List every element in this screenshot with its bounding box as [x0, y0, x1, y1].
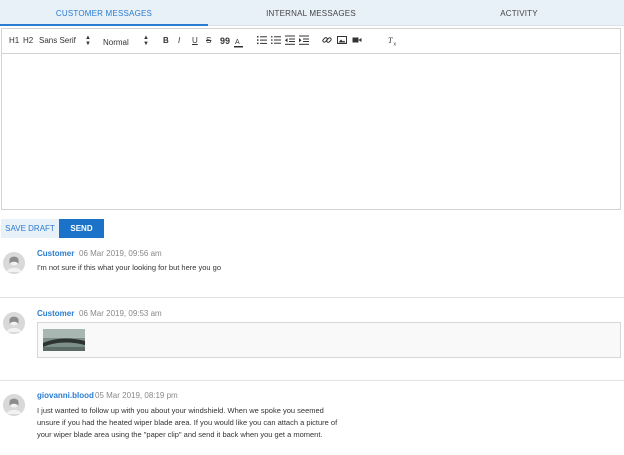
editor-toolbar: H1 H2 Sans Serif ▲ ▼ Normal ▲ ▼ B I U S 99… — [2, 29, 620, 54]
user-avatar-icon — [3, 394, 25, 416]
message-text-line: unsure if you had the heated wiper blade… — [37, 418, 338, 427]
blockquote-button[interactable]: 99 — [220, 35, 230, 47]
message-item: Customer 06 Mar 2019, 09:53 am — [0, 304, 624, 379]
message-tabs: CUSTOMER MESSAGES INTERNAL MESSAGES ACTI… — [0, 0, 624, 26]
heading1-button[interactable]: H1 — [9, 35, 19, 47]
message-divider — [0, 297, 624, 298]
svg-text:x: x — [394, 42, 397, 47]
message-divider — [0, 380, 624, 381]
message-timestamp: 05 Mar 2019, 08:19 pm — [95, 391, 178, 400]
attachment-box — [37, 322, 621, 358]
font-family-value: Sans Serif — [39, 36, 76, 45]
send-button[interactable]: SEND — [59, 219, 104, 238]
attachment-thumbnail[interactable] — [43, 329, 85, 351]
avatar — [3, 312, 25, 334]
chevron-updown-icon: ▲ ▼ — [85, 35, 91, 47]
tab-internal-messages[interactable]: INTERNAL MESSAGES — [208, 0, 414, 26]
message-text-line: I just wanted to follow up with you abou… — [37, 406, 324, 415]
underline-button[interactable]: U — [192, 35, 198, 47]
clear-format-icon[interactable]: Tx — [388, 35, 398, 47]
font-family-select[interactable]: Sans Serif ▲ ▼ — [39, 35, 91, 47]
user-avatar-icon — [3, 252, 25, 274]
tab-activity[interactable]: ACTIVITY — [414, 0, 624, 26]
message-editor: H1 H2 Sans Serif ▲ ▼ Normal ▲ ▼ B I U S 99… — [1, 28, 621, 210]
svg-text:A: A — [235, 39, 240, 46]
video-icon[interactable] — [352, 35, 362, 47]
svg-text:T: T — [388, 36, 393, 45]
font-size-value: Normal — [103, 38, 129, 47]
message-author[interactable]: Customer — [37, 249, 74, 258]
bold-button[interactable]: B — [163, 35, 169, 47]
message-item: giovanni.blood 05 Mar 2019, 08:19 pm I j… — [0, 386, 624, 455]
strike-button[interactable]: S — [206, 35, 211, 47]
bullet-list-icon[interactable] — [271, 35, 281, 47]
message-textarea[interactable] — [2, 54, 620, 209]
message-timestamp: 06 Mar 2019, 09:56 am — [79, 249, 162, 258]
tab-customer-messages[interactable]: CUSTOMER MESSAGES — [0, 0, 208, 26]
chevron-updown-icon: ▲ ▼ — [143, 35, 149, 47]
text-color-icon[interactable]: A — [234, 36, 243, 48]
save-draft-button[interactable]: SAVE DRAFT — [1, 219, 59, 238]
ordered-list-icon[interactable] — [257, 35, 267, 47]
heading2-button[interactable]: H2 — [23, 35, 33, 47]
avatar — [3, 394, 25, 416]
avatar — [3, 252, 25, 274]
message-author[interactable]: giovanni.blood — [37, 391, 94, 400]
message-text-line: your wiper blade area using the "paper c… — [37, 430, 323, 439]
font-size-select[interactable]: Normal ▲ ▼ — [103, 35, 149, 49]
message-author[interactable]: Customer — [37, 309, 74, 318]
link-icon[interactable] — [322, 35, 332, 47]
message-item: Customer 06 Mar 2019, 09:56 am I'm not s… — [0, 244, 624, 298]
italic-button[interactable]: I — [178, 35, 180, 47]
user-avatar-icon — [3, 312, 25, 334]
image-icon[interactable] — [337, 35, 347, 47]
message-text: I'm not sure if this what your looking f… — [37, 263, 222, 272]
indent-icon[interactable] — [299, 35, 309, 47]
message-timestamp: 06 Mar 2019, 09:53 am — [79, 309, 162, 318]
outdent-icon[interactable] — [285, 35, 295, 47]
